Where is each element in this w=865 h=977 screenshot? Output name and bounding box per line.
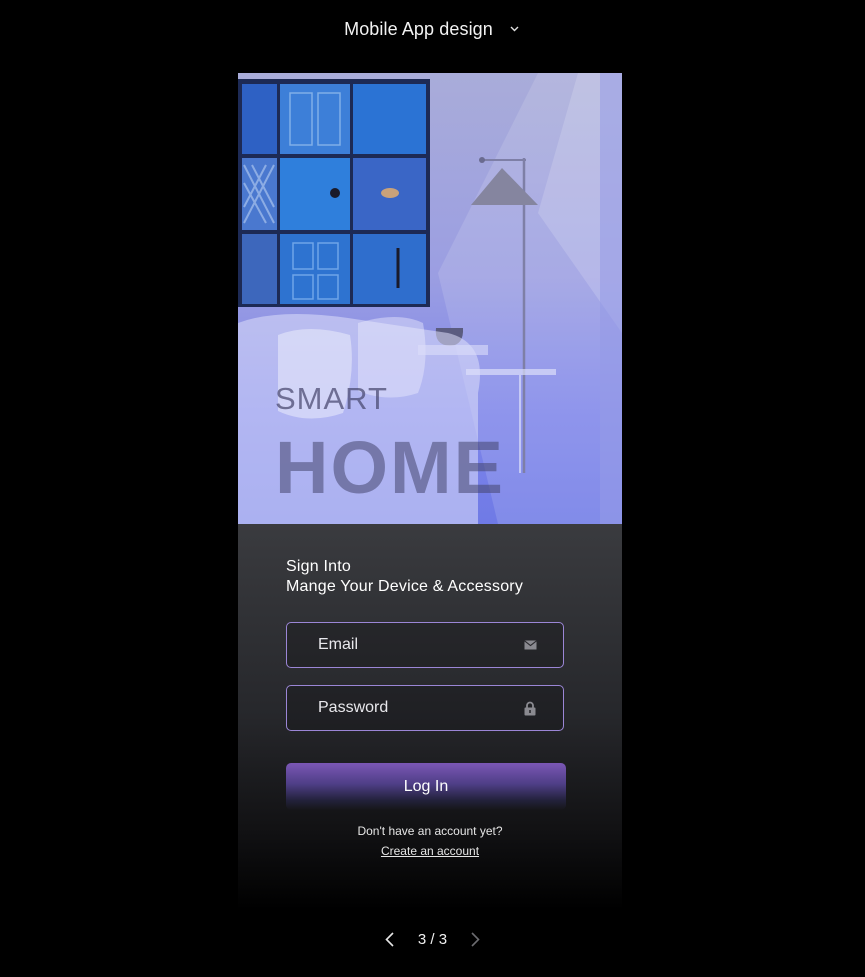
signin-panel: Sign Into Mange Your Device & Accessory … — [238, 524, 622, 910]
password-placeholder: Password — [318, 699, 389, 716]
chevron-down-icon[interactable] — [509, 23, 521, 35]
phone-screen: SMART HOME Sign Into Mange Your Device &… — [238, 73, 622, 910]
no-account-text: Don't have an account yet? — [357, 824, 503, 838]
hero-title-smart: SMART — [275, 381, 388, 416]
signin-heading-line1: Sign Into — [286, 558, 351, 575]
file-title-bar: Mobile App design — [0, 14, 865, 44]
login-button[interactable]: Log In — [286, 763, 566, 810]
mail-icon — [523, 638, 537, 652]
lock-icon — [523, 701, 537, 715]
page-indicator: 3 / 3 — [417, 930, 448, 948]
create-account-link[interactable]: Create an account — [381, 844, 479, 858]
hero-image: SMART HOME — [238, 73, 622, 524]
email-placeholder: Email — [318, 636, 359, 653]
create-account-row: Create an account — [238, 844, 622, 858]
chevron-right-icon[interactable] — [467, 931, 483, 947]
password-field[interactable]: Password — [286, 685, 564, 731]
signin-heading: Sign Into Mange Your Device & Accessory — [286, 557, 523, 597]
signin-heading-line2: Mange Your Device & Accessory — [286, 578, 524, 595]
hero-title-home: HOME — [275, 426, 505, 509]
pager: 3 / 3 — [0, 926, 865, 952]
email-field[interactable]: Email — [286, 622, 564, 668]
chevron-left-icon[interactable] — [382, 931, 398, 947]
file-title: Mobile App design — [344, 18, 493, 39]
